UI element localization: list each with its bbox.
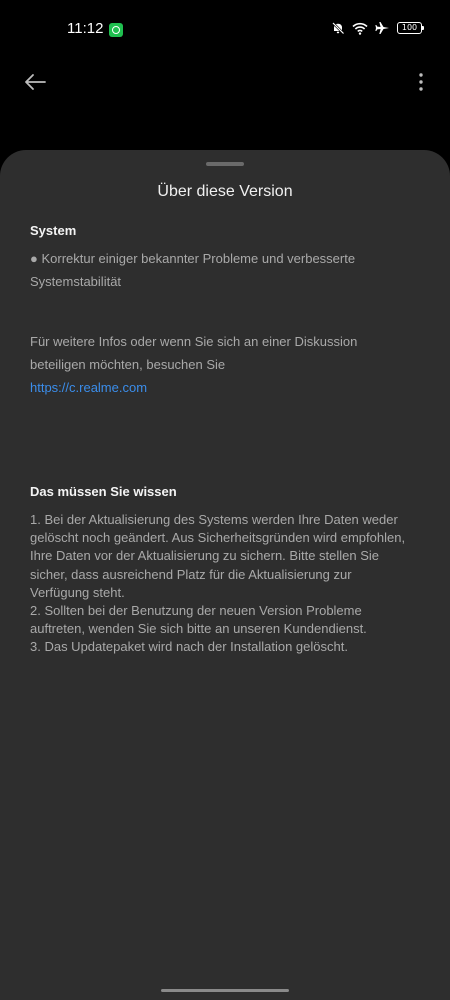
notes-line: 2. Sollten bei der Benutzung der neuen V… bbox=[30, 603, 362, 619]
more-options-button[interactable] bbox=[414, 70, 428, 98]
notes-line: Verfügung steht. bbox=[30, 584, 125, 600]
release-notes-sheet: Über diese Version System ● Korrektur ei… bbox=[0, 150, 450, 1000]
notes-line: sicher, dass ausreichend Platz für die A… bbox=[30, 566, 352, 582]
notes-line: gelöscht noch geändert. Aus Sicherheitsg… bbox=[30, 530, 406, 546]
notes-section: Das müssen Sie wissen bbox=[30, 484, 422, 499]
notes-line: 1. Bei der Aktualisierung des Systems we… bbox=[30, 512, 398, 527]
app-notification-icon bbox=[109, 23, 123, 37]
airplane-icon bbox=[375, 21, 390, 35]
home-indicator[interactable] bbox=[161, 989, 289, 992]
notes-line: 3. Das Updatepaket wird nach der Install… bbox=[30, 639, 348, 655]
status-bar: 11:12 100 bbox=[0, 0, 450, 60]
system-section: System bbox=[30, 223, 422, 238]
system-item-line: Systemstabilität bbox=[30, 274, 122, 289]
more-vertical-icon bbox=[419, 72, 423, 96]
info-text: Für weitere Infos oder wenn Sie sich an … bbox=[30, 334, 358, 349]
info-text: beteiligen möchten, besuchen Sie bbox=[30, 357, 226, 372]
system-item-line: ● Korrektur einiger bekannter Probleme u… bbox=[30, 251, 356, 266]
wifi-icon bbox=[352, 22, 368, 35]
system-heading: System bbox=[30, 223, 77, 238]
drag-handle[interactable] bbox=[206, 162, 244, 166]
battery-icon: 100 bbox=[397, 22, 424, 34]
system-item: ● Korrektur einiger bekannter Probleme u… bbox=[30, 247, 422, 293]
info-section: Für weitere Infos oder wenn Sie sich an … bbox=[30, 330, 422, 399]
back-button[interactable] bbox=[20, 70, 50, 98]
notes-line: Ihre Daten vor der Aktualisierung zu sic… bbox=[30, 548, 380, 564]
status-time: 11:12 bbox=[67, 20, 104, 37]
realme-community-link[interactable]: https://c.realme.com bbox=[30, 376, 422, 399]
notes-line: auftreten, wenden Sie sich bitte an unse… bbox=[30, 621, 367, 637]
mute-bell-icon bbox=[331, 21, 345, 35]
sheet-title: Über diese Version bbox=[157, 183, 293, 200]
notes-list: 1. Bei der Aktualisierung des Systems we… bbox=[30, 511, 422, 657]
notes-heading: Das müssen Sie wissen bbox=[30, 484, 177, 499]
status-icons: 100 bbox=[331, 21, 424, 35]
arrow-left-icon bbox=[24, 73, 46, 96]
